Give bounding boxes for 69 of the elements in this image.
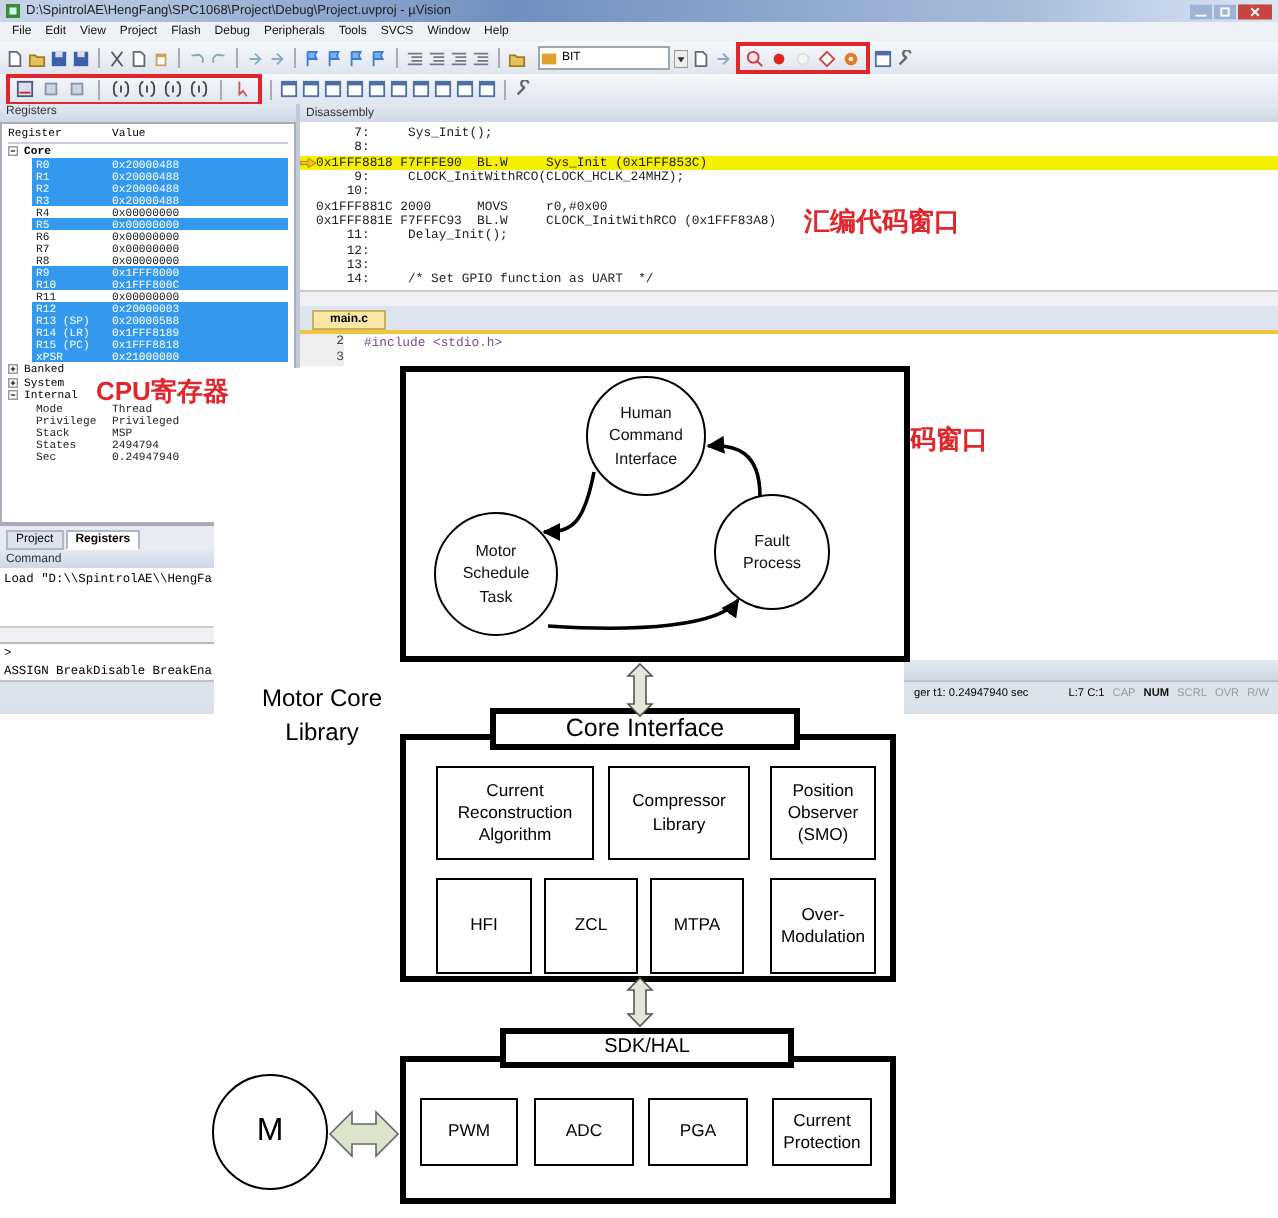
module-box: Current Protection	[772, 1098, 872, 1166]
module-box: HFI	[436, 878, 532, 974]
annotation-label: CPU寄存器	[96, 378, 229, 404]
lines-icon[interactable]	[406, 49, 424, 67]
collapse-icon[interactable]	[8, 146, 18, 157]
double-arrow	[626, 976, 654, 1028]
scissors-icon[interactable]	[108, 49, 126, 67]
window-icon[interactable]	[280, 80, 298, 98]
window-icon[interactable]	[368, 80, 386, 98]
arrow	[706, 436, 762, 497]
annotation-label: 汇编代码窗口	[804, 208, 960, 234]
dot-icon[interactable]	[794, 49, 812, 67]
braces-icon[interactable]	[112, 80, 130, 98]
collapse-icon[interactable]	[8, 390, 18, 401]
window-icon[interactable]	[390, 80, 408, 98]
module-box: ADC	[534, 1098, 634, 1166]
close-icon[interactable]	[1238, 3, 1272, 19]
braces-icon[interactable]	[164, 80, 182, 98]
clipboard-icon[interactable]	[152, 49, 170, 67]
document-icon[interactable]	[130, 49, 148, 67]
module-box: Over-Modulation	[770, 878, 876, 974]
module-box: Position Observer (SMO)	[770, 766, 876, 860]
layer-title: Core Interface	[490, 708, 800, 750]
double-arrow	[626, 662, 654, 718]
lines-icon[interactable]	[472, 49, 490, 67]
square-icon[interactable]	[42, 80, 60, 98]
folder-icon[interactable]	[508, 49, 526, 67]
window-icon[interactable]	[412, 80, 430, 98]
window-icon[interactable]	[324, 80, 342, 98]
flag-icon[interactable]	[348, 49, 366, 67]
braces-icon[interactable]	[190, 80, 208, 98]
braces-icon[interactable]	[138, 80, 156, 98]
chip-icon	[540, 49, 558, 67]
lines-icon[interactable]	[450, 49, 468, 67]
window-icon[interactable]	[874, 49, 892, 67]
module-box: PGA	[648, 1098, 748, 1166]
expand-icon[interactable]	[8, 364, 18, 375]
dropdown-arrow-icon[interactable]	[674, 49, 688, 67]
window-icon[interactable]	[434, 80, 452, 98]
flag-icon[interactable]	[370, 49, 388, 67]
module-box: ZCL	[544, 878, 638, 974]
document-icon[interactable]	[6, 49, 24, 67]
library-label: Motor Core Library	[259, 682, 385, 751]
arrow	[542, 471, 596, 541]
double-arrow	[328, 1110, 400, 1158]
flag-icon[interactable]	[304, 49, 322, 67]
dot-icon[interactable]	[770, 49, 788, 67]
flag-icon[interactable]	[326, 49, 344, 67]
folder-icon[interactable]	[28, 49, 46, 67]
expand-icon[interactable]	[8, 377, 18, 388]
scrollbar[interactable]	[0, 626, 214, 643]
diamond-icon[interactable]	[818, 49, 836, 67]
annotation-label: 码窗口	[910, 426, 988, 452]
window-icon[interactable]	[456, 80, 474, 98]
arrow-icon	[300, 157, 316, 168]
module-box: Current Reconstruction Algorithm	[436, 766, 594, 860]
layer-title: SDK/HAL	[500, 1028, 794, 1068]
window-icon[interactable]	[302, 80, 320, 98]
magnifier-icon[interactable]	[746, 49, 764, 67]
window-icon[interactable]	[478, 80, 496, 98]
lines-icon[interactable]	[428, 49, 446, 67]
scrollbar[interactable]	[300, 290, 1278, 306]
square-icon[interactable]	[68, 80, 86, 98]
document-icon[interactable]	[692, 49, 710, 67]
module-box: MTPA	[650, 878, 744, 974]
module-box: PWM	[420, 1098, 518, 1166]
module-box: Compressor Library	[608, 766, 750, 860]
window-icon[interactable]	[346, 80, 364, 98]
app-icon	[6, 4, 20, 18]
